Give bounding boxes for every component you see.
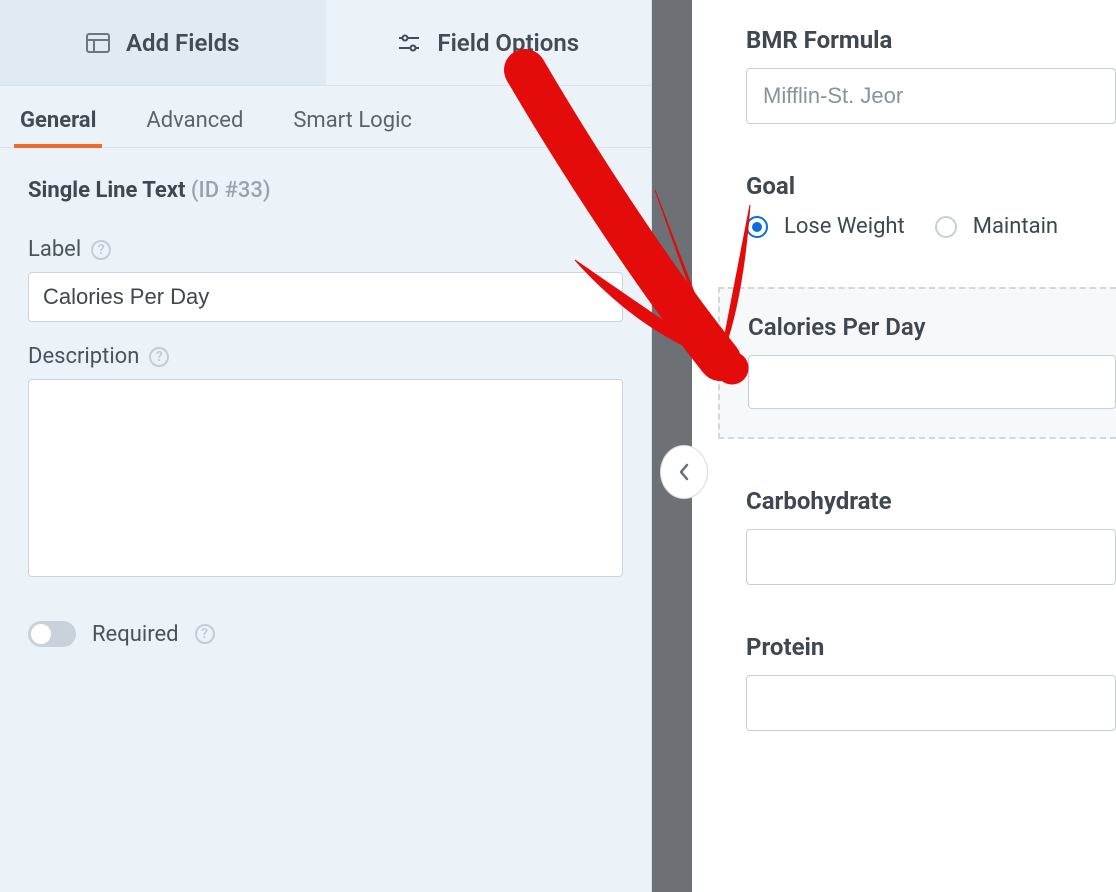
panel-gutter bbox=[652, 0, 692, 892]
tab-add-fields-label: Add Fields bbox=[126, 29, 239, 57]
radio-lose-weight-label: Lose Weight bbox=[784, 214, 905, 239]
preview-field-bmr[interactable]: BMR Formula bbox=[746, 26, 1116, 124]
sub-tab-bar: General Advanced Smart Logic bbox=[0, 86, 651, 148]
preview-field-goal[interactable]: Goal Lose Weight Maintain bbox=[746, 172, 1116, 239]
help-icon[interactable]: ? bbox=[195, 624, 215, 644]
radio-dot-icon bbox=[746, 216, 768, 238]
preview-field-carbohydrate[interactable]: Carbohydrate bbox=[746, 487, 1116, 585]
description-input[interactable] bbox=[28, 379, 623, 577]
setting-description: Description ? bbox=[28, 344, 623, 581]
setting-required: Required ? bbox=[28, 621, 623, 647]
field-settings: Label ? Description ? Required ? bbox=[0, 215, 651, 647]
required-toggle[interactable] bbox=[28, 621, 76, 647]
sidebar-panel: Add Fields Field Options General Advance… bbox=[0, 0, 652, 892]
preview-goal-options: Lose Weight Maintain bbox=[746, 214, 1116, 239]
subtab-advanced[interactable]: Advanced bbox=[140, 92, 249, 147]
preview-protein-label: Protein bbox=[746, 633, 1116, 661]
subtab-smart-logic[interactable]: Smart Logic bbox=[287, 92, 418, 147]
field-id-label: (ID #33) bbox=[191, 178, 271, 203]
tab-field-options-label: Field Options bbox=[437, 29, 579, 57]
tab-field-options[interactable]: Field Options bbox=[326, 0, 652, 85]
preview-goal-label: Goal bbox=[746, 172, 1116, 200]
preview-bmr-label: BMR Formula bbox=[746, 26, 1116, 54]
setting-description-title: Description bbox=[28, 344, 139, 369]
field-heading: Single Line Text (ID #33) bbox=[0, 148, 651, 215]
setting-label: Label ? bbox=[28, 237, 623, 322]
chevron-left-icon bbox=[678, 463, 690, 481]
radio-maintain-label: Maintain bbox=[973, 214, 1058, 239]
setting-label-title: Label bbox=[28, 237, 81, 262]
add-fields-icon bbox=[86, 33, 110, 53]
preview-field-calories-selected[interactable]: Calories Per Day bbox=[718, 287, 1116, 439]
field-type-label: Single Line Text bbox=[28, 178, 185, 203]
preview-carb-input[interactable] bbox=[746, 529, 1116, 585]
preview-calories-label: Calories Per Day bbox=[748, 313, 1116, 341]
radio-dot-icon bbox=[935, 216, 957, 238]
label-input[interactable] bbox=[28, 272, 623, 322]
radio-lose-weight[interactable]: Lose Weight bbox=[746, 214, 905, 239]
help-icon[interactable]: ? bbox=[149, 347, 169, 367]
preview-protein-input[interactable] bbox=[746, 675, 1116, 731]
tab-add-fields[interactable]: Add Fields bbox=[0, 0, 326, 85]
preview-carb-label: Carbohydrate bbox=[746, 487, 1116, 515]
help-icon[interactable]: ? bbox=[91, 240, 111, 260]
app-root: Add Fields Field Options General Advance… bbox=[0, 0, 1116, 892]
panel-tab-bar: Add Fields Field Options bbox=[0, 0, 651, 86]
field-options-icon bbox=[397, 33, 421, 53]
required-toggle-label: Required bbox=[92, 622, 179, 647]
subtab-general[interactable]: General bbox=[14, 92, 102, 147]
preview-bmr-select[interactable] bbox=[746, 68, 1116, 124]
preview-calories-input[interactable] bbox=[748, 355, 1116, 409]
form-preview: BMR Formula Goal Lose Weight Maintain Ca… bbox=[692, 0, 1116, 892]
collapse-panel-button[interactable] bbox=[660, 445, 708, 499]
preview-field-protein[interactable]: Protein bbox=[746, 633, 1116, 731]
radio-maintain[interactable]: Maintain bbox=[935, 214, 1058, 239]
